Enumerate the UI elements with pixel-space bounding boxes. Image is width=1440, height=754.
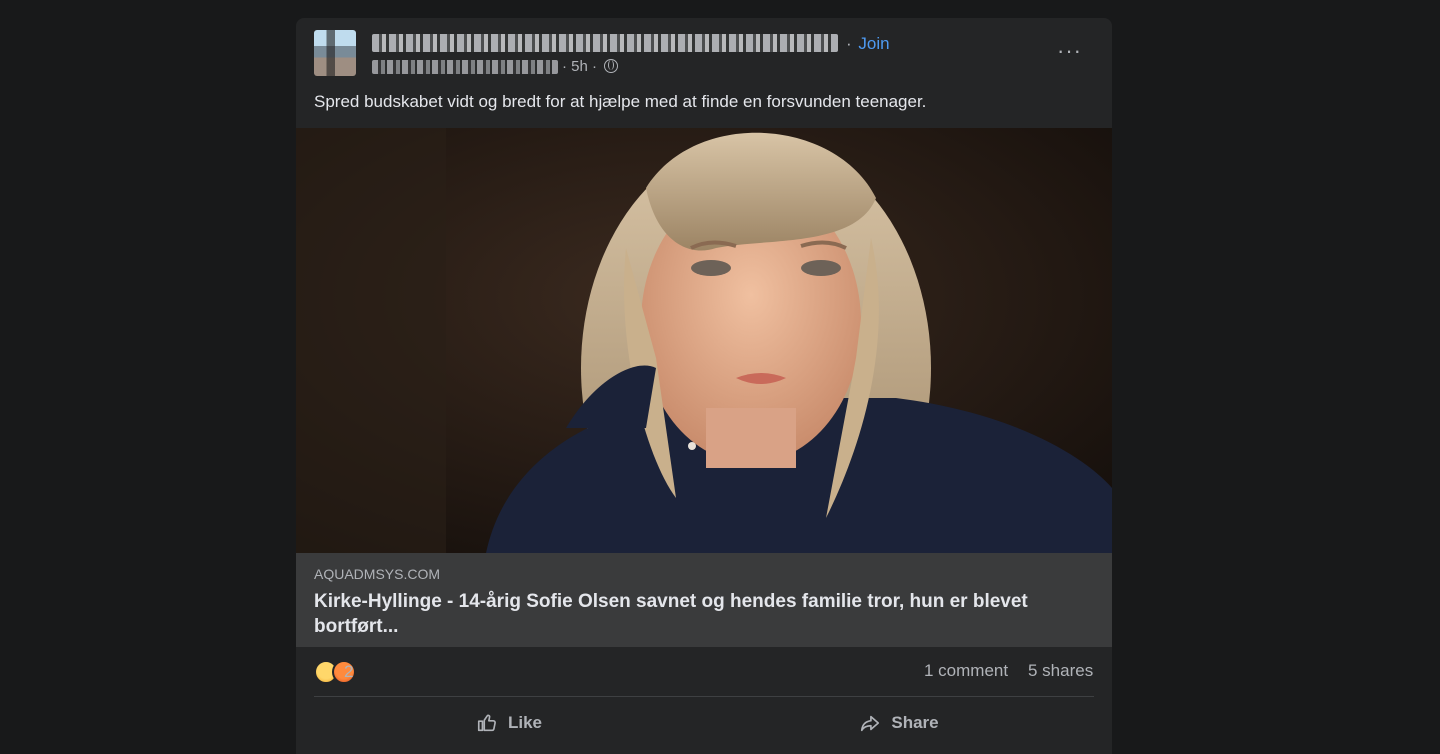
like-label: Like — [507, 713, 543, 732]
meta-separator-2: · — [592, 58, 598, 75]
portrait-photo — [296, 128, 1112, 553]
like-button[interactable]: Like — [314, 700, 704, 746]
join-link[interactable]: Join — [858, 34, 889, 53]
group-avatar[interactable] — [314, 30, 356, 76]
like-icon — [477, 714, 496, 732]
post-actions: Like Share — [296, 700, 1112, 748]
globe-icon — [604, 59, 619, 73]
post-text: Spred budskabet vidt og bredt for at hjæ… — [314, 92, 927, 111]
post-time[interactable]: 5h — [571, 58, 588, 75]
link-headline: Kirke-Hyllinge - 14-årig Sofie Olsen sav… — [314, 591, 1028, 637]
author-name-pixelated[interactable] — [372, 60, 558, 74]
post-header: · Join · 5h · ··· — [296, 18, 1112, 88]
link-preview-image[interactable] — [296, 128, 1112, 553]
post-meta: · 5h · — [562, 58, 619, 75]
more-options-icon[interactable]: ··· — [1057, 40, 1082, 62]
share-count[interactable]: 5 shares — [1028, 661, 1093, 681]
share-icon — [861, 715, 880, 732]
share-label: Share — [891, 713, 939, 732]
divider — [314, 696, 1094, 697]
share-button[interactable]: Share — [704, 700, 1094, 746]
group-name-pixelated[interactable] — [372, 34, 838, 52]
facebook-post-card: · Join · 5h · ··· Spred budskabet vidt o… — [296, 18, 1112, 754]
meta-separator: · — [562, 58, 567, 75]
join-group: · Join — [846, 34, 890, 54]
reaction-count[interactable]: 2 — [344, 662, 353, 682]
comment-count[interactable]: 1 comment — [924, 661, 1008, 681]
join-separator: · — [846, 34, 852, 53]
link-domain: AQUADMSYS.COM — [314, 566, 441, 582]
link-preview-card[interactable]: AQUADMSYS.COM Kirke-Hyllinge - 14-årig S… — [296, 553, 1112, 647]
post-stats: 2 1 comment 5 shares — [296, 650, 1112, 694]
